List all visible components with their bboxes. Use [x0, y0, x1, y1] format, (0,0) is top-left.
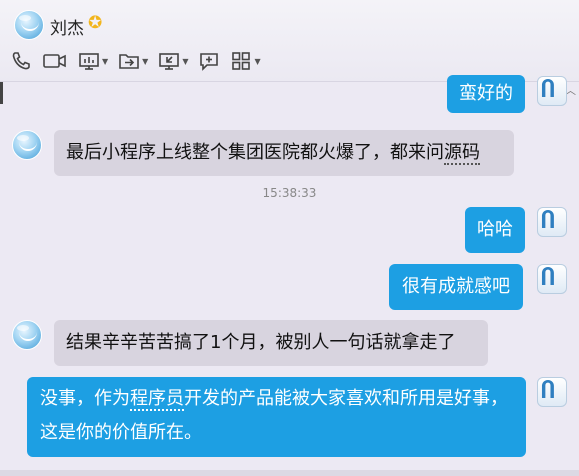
avatar-glyph: Ⴖ	[541, 266, 555, 291]
apps-grid-icon[interactable]: ▼	[230, 50, 261, 72]
screen-share-icon[interactable]: ▼	[78, 50, 108, 72]
message-text: 哈哈	[477, 219, 513, 240]
message-bubble-outgoing[interactable]: 没事，作为程序员开发的产品能被大家喜欢和所用是好事，这是你的价值所在。	[27, 377, 526, 457]
my-avatar[interactable]: Ⴖ	[537, 207, 567, 237]
chevron-down-icon[interactable]: ▼	[102, 57, 108, 66]
message-link-text[interactable]: 程序员	[130, 388, 184, 411]
avatar-glyph: Ⴖ	[541, 78, 555, 103]
message-link-text[interactable]: 源码	[444, 142, 480, 165]
chevron-down-icon[interactable]: ▼	[254, 57, 260, 66]
contact-avatar[interactable]	[12, 320, 42, 350]
message-text: 结果辛辛苦苦搞了1个月，被别人一句话就拿走了	[66, 332, 456, 353]
add-message-icon[interactable]	[198, 50, 220, 72]
chat-header: 刘杰 ✪ ▼ ▼ ▼ ▼	[0, 0, 579, 82]
message-text: 很有成就感吧	[402, 276, 510, 297]
my-avatar[interactable]: Ⴖ	[537, 76, 567, 106]
message-text: 蛮好的	[459, 83, 513, 104]
message-timestamp: 15:38:33	[262, 186, 317, 200]
folder-transfer-icon[interactable]: ▼	[118, 50, 148, 72]
message-bubble-outgoing[interactable]: 哈哈	[465, 207, 525, 253]
message-bubble-incoming[interactable]: 结果辛辛苦苦搞了1个月，被别人一句话就拿走了	[54, 320, 488, 366]
chat-toolbar: ▼ ▼ ▼ ▼	[10, 48, 271, 74]
star-icon: ✪	[88, 13, 103, 33]
message-bubble-outgoing[interactable]: 蛮好的	[447, 75, 525, 113]
phone-icon[interactable]	[10, 50, 32, 72]
contact-avatar[interactable]	[12, 130, 42, 160]
contact-avatar[interactable]	[14, 10, 44, 40]
message-text: 没事，作为	[40, 388, 130, 409]
message-bubble-outgoing[interactable]: 很有成就感吧	[389, 264, 523, 310]
video-icon[interactable]	[42, 50, 68, 72]
my-avatar[interactable]: Ⴖ	[537, 377, 567, 407]
divider	[0, 82, 3, 104]
message-bubble-incoming[interactable]: 最后小程序上线整个集团医院都火爆了，都来问源码	[54, 130, 514, 176]
chevron-down-icon[interactable]: ▼	[142, 57, 148, 66]
message-text: 最后小程序上线整个集团医院都火爆了，都来问	[66, 142, 444, 163]
remote-assist-icon[interactable]: ▼	[158, 50, 188, 72]
avatar-glyph: Ⴖ	[541, 379, 555, 404]
my-avatar[interactable]: Ⴖ	[537, 264, 567, 294]
avatar-glyph: Ⴖ	[541, 209, 555, 234]
input-area-edge	[0, 470, 579, 476]
contact-name[interactable]: 刘杰	[50, 14, 84, 39]
chevron-down-icon[interactable]: ▼	[182, 57, 188, 66]
